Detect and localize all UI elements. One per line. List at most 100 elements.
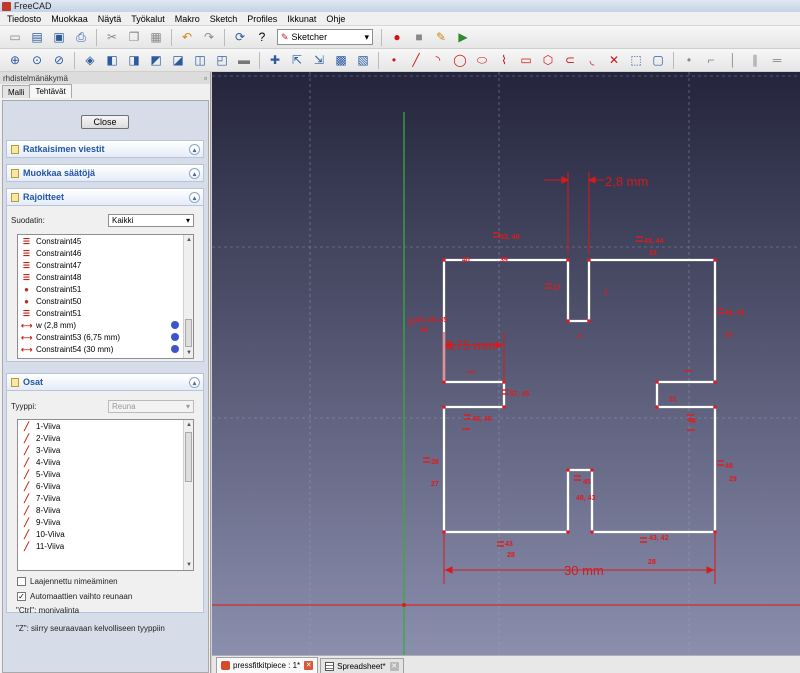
menu-windows[interactable]: Ikkunat <box>282 14 321 24</box>
elements-scrollbar[interactable]: ▲ ▼ <box>183 420 193 570</box>
constraint-row[interactable]: ● Constraint51 <box>18 283 193 295</box>
menu-view[interactable]: Näytä <box>93 14 127 24</box>
scroll-down-icon[interactable]: ▼ <box>184 560 193 570</box>
map-sketch-icon[interactable]: ▩ <box>332 51 350 69</box>
menu-file[interactable]: Tiedosto <box>2 14 46 24</box>
element-row[interactable]: ╱ 11-Viiva <box>18 540 193 552</box>
circle-icon[interactable]: ◯ <box>451 51 469 69</box>
cut-icon[interactable]: ✂ <box>103 28 121 46</box>
scroll-thumb[interactable] <box>185 432 192 482</box>
scroll-thumb[interactable] <box>185 319 192 347</box>
collapse-icon[interactable]: ▴ <box>189 192 200 203</box>
conic-icon[interactable]: ⬭ <box>473 51 491 69</box>
measure-icon[interactable]: ▬ <box>235 51 253 69</box>
save-file-icon[interactable]: ▣ <box>50 28 68 46</box>
paste-icon[interactable]: ▦ <box>147 28 165 46</box>
dimension-values[interactable]: 2,8 mm 6,75 mm 30 mm <box>445 174 648 578</box>
constrain-coincident-icon[interactable]: • <box>680 51 698 69</box>
element-row[interactable]: ╱ 1-Viiva <box>18 420 193 432</box>
print-icon[interactable]: ⎙ <box>72 28 90 46</box>
menu-sketch[interactable]: Sketch <box>205 14 243 24</box>
view-sketch-icon[interactable]: ⇲ <box>310 51 328 69</box>
run-macro-icon[interactable]: ▶ <box>454 28 472 46</box>
3d-viewport[interactable]: 53, 49 43, 44 47 44, 39, 35 45 39 33 48,… <box>212 72 800 655</box>
menu-help[interactable]: Ohje <box>321 14 350 24</box>
constraints-scrollbar[interactable]: ▲ ▼ <box>183 235 193 358</box>
view-bottom-icon[interactable]: ◫ <box>191 51 209 69</box>
element-row[interactable]: ╱ 4-Viiva <box>18 456 193 468</box>
view-front-icon[interactable]: ◧ <box>103 51 121 69</box>
stop-macro-icon[interactable]: ■ <box>410 28 428 46</box>
origin-point[interactable] <box>402 603 406 607</box>
constraint-row[interactable]: ● Constraint50 <box>18 295 193 307</box>
constrain-point-on-object-icon[interactable]: ⌐ <box>702 51 720 69</box>
element-row[interactable]: ╱ 2-Viiva <box>18 432 193 444</box>
scroll-up-icon[interactable]: ▲ <box>184 235 193 245</box>
constraint-row[interactable]: ☰ Constraint46 <box>18 247 193 259</box>
constraint-row[interactable]: ☰ Constraint47 <box>18 259 193 271</box>
polyline-icon[interactable]: ⌇ <box>495 51 513 69</box>
workbench-selector[interactable]: ✎ Sketcher ▾ <box>277 29 373 45</box>
collapse-icon[interactable]: ▴ <box>189 168 200 179</box>
dimensions[interactable] <box>443 172 716 584</box>
constrain-parallel-icon[interactable]: ∥ <box>746 51 764 69</box>
elements-list[interactable]: ╱ 1-Viiva ╱ 2-Viiva ╱ 3-Viiva ╱ 4-Viiva ╱ 5-Viiva… <box>17 419 194 571</box>
solver-messages-header[interactable]: Ratkaisimen viestit ▴ <box>6 140 204 158</box>
close-button[interactable]: Close <box>81 115 129 129</box>
collapse-icon[interactable]: ▴ <box>189 144 200 155</box>
auto-switch-checkbox[interactable]: ✓ <box>17 592 26 601</box>
menu-profiles[interactable]: Profiles <box>242 14 282 24</box>
view-left-icon[interactable]: ◰ <box>213 51 231 69</box>
view-rear-icon[interactable]: ◪ <box>169 51 187 69</box>
leave-sketch-icon[interactable]: ⇱ <box>288 51 306 69</box>
element-row[interactable]: ╱ 7-Viiva <box>18 492 193 504</box>
menu-edit[interactable]: Muokkaa <box>46 14 93 24</box>
element-row[interactable]: ╱ 5-Viiva <box>18 468 193 480</box>
open-file-icon[interactable]: ▤ <box>28 28 46 46</box>
line-icon[interactable]: ╱ <box>407 51 425 69</box>
refresh-icon[interactable]: ⟳ <box>231 28 249 46</box>
tab-model[interactable]: Malli <box>2 85 31 98</box>
close-icon[interactable]: ✕ <box>389 661 399 671</box>
copy-icon[interactable]: ❐ <box>125 28 143 46</box>
trim-icon[interactable]: ✕ <box>605 51 623 69</box>
constrain-horizontal-icon[interactable]: ═ <box>768 51 786 69</box>
element-row[interactable]: ╱ 6-Viiva <box>18 480 193 492</box>
element-row[interactable]: ╱ 10-Viiva <box>18 528 193 540</box>
close-icon[interactable]: ✕ <box>304 661 314 670</box>
scroll-up-icon[interactable]: ▲ <box>184 420 193 430</box>
polygon-icon[interactable]: ⬡ <box>539 51 557 69</box>
new-file-icon[interactable]: ▭ <box>6 28 24 46</box>
tab-pressfitkitpiece[interactable]: pressfitkitpiece : 1* ✕ <box>216 657 319 673</box>
rectangle-icon[interactable]: ▭ <box>517 51 535 69</box>
sketch-canvas[interactable]: 53, 49 43, 44 47 44, 39, 35 45 39 33 48,… <box>212 72 800 655</box>
undo-icon[interactable]: ↶ <box>178 28 196 46</box>
element-row[interactable]: ╱ 8-Viiva <box>18 504 193 516</box>
constraint-row[interactable]: ⟷ Constraint53 (6,75 mm) <box>18 331 193 343</box>
extended-naming-checkbox[interactable] <box>17 577 26 586</box>
construction-mode-icon[interactable]: ▢ <box>649 51 667 69</box>
virtual-space-icon[interactable] <box>171 333 179 341</box>
edit-macro-icon[interactable]: ✎ <box>432 28 450 46</box>
whats-this-icon[interactable]: ? <box>253 28 271 46</box>
view-top-icon[interactable]: ◨ <box>125 51 143 69</box>
constraint-row[interactable]: ⟷ Constraint54 (30 mm) <box>18 343 193 355</box>
virtual-space-icon[interactable] <box>171 345 179 353</box>
element-row[interactable]: ╱ 3-Viiva <box>18 444 193 456</box>
constrain-vertical-icon[interactable]: │ <box>724 51 742 69</box>
elements-header[interactable]: Osat ▴ <box>6 373 204 391</box>
fit-all-icon[interactable]: ⊕ <box>6 51 24 69</box>
element-row[interactable]: ╱ 9-Viiva <box>18 516 193 528</box>
edit-controls-header[interactable]: Muokkaa säätöjä ▴ <box>6 164 204 182</box>
constraint-row[interactable]: ☰ Constraint51 <box>18 307 193 319</box>
constraint-row[interactable]: ☰ Constraint45 <box>18 235 193 247</box>
filter-select[interactable]: Kaikki ▾ <box>108 214 194 227</box>
view-axonometric-icon[interactable]: ◈ <box>81 51 99 69</box>
collapse-icon[interactable]: ▴ <box>189 377 200 388</box>
slot-icon[interactable]: ⊂ <box>561 51 579 69</box>
constraints-header[interactable]: Rajoitteet ▴ <box>6 188 204 206</box>
point-icon[interactable]: • <box>385 51 403 69</box>
menu-tools[interactable]: Työkalut <box>126 14 170 24</box>
menu-macro[interactable]: Makro <box>170 14 205 24</box>
tab-spreadsheet[interactable]: Spreadsheet* ✕ <box>320 658 404 673</box>
